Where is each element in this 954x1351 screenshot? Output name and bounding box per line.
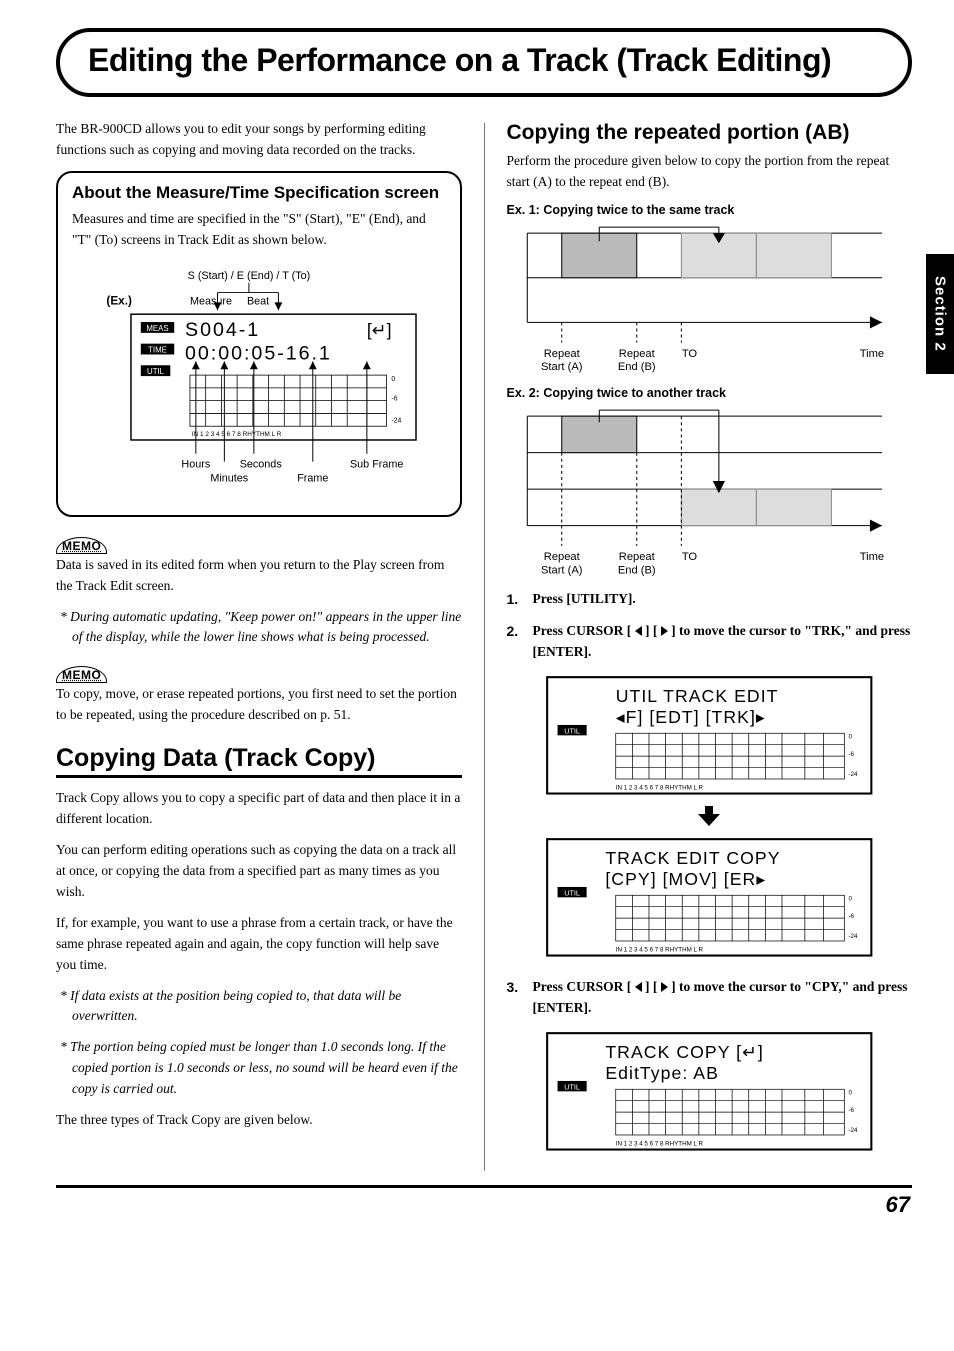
ex1-label: Ex. 1: Copying twice to the same track [507,203,913,217]
svg-text:0: 0 [848,1089,852,1096]
tc-note2: * The portion being copied must be longe… [56,1037,462,1100]
page-title-band: Editing the Performance on a Track (Trac… [56,28,912,97]
svg-text:-24: -24 [848,771,858,778]
svg-text:Hours: Hours [181,458,210,470]
ex2-diagram: Repeat Start (A) Repeat End (B) TO Time [507,404,913,576]
memo1-body: Data is saved in its edited form when yo… [56,555,462,597]
svg-text:UTIL: UTIL [147,367,165,376]
svg-text:Repeat: Repeat [543,551,580,563]
callout-box: About the Measure/Time Specification scr… [56,171,462,517]
svg-text:-24: -24 [391,417,401,424]
tc-p4: The three types of Track Copy are given … [56,1110,462,1131]
rule [56,775,462,778]
step-3: 3. Press CURSOR [ ] [ ] to move the curs… [507,977,913,1019]
measure-time-diagram: S (Start) / E (End) / T (To) (Ex.) Measu… [72,267,446,498]
svg-text:-6: -6 [848,1107,854,1114]
step-1: 1. Press [UTILITY]. [507,589,913,611]
tc-p3: If, for example, you want to use a phras… [56,913,462,976]
svg-text:Repeat: Repeat [618,551,655,563]
svg-text:S004-1: S004-1 [185,318,260,340]
svg-text:Beat: Beat [247,295,269,307]
cursor-right-icon [661,982,668,992]
cursor-right-icon [661,626,668,636]
svg-text:End (B): End (B) [617,564,655,576]
svg-text:0: 0 [848,896,852,903]
lcd-screen-2: UTIL TRACK EDIT COPY [CPY] [MOV] [ER▸ [543,835,876,960]
svg-text:Frame: Frame [297,472,328,484]
step-2: 2. Press CURSOR [ ] [ ] to move the curs… [507,621,913,663]
memo-badge-2: MEMO [56,666,107,683]
ab-p1: Perform the procedure given below to cop… [507,151,913,193]
ex2-label: Ex. 2: Copying twice to another track [507,386,913,400]
page-title: Editing the Performance on a Track (Trac… [88,42,880,79]
intro-text: The BR-900CD allows you to edit your son… [56,119,462,161]
svg-text:TO: TO [681,348,697,360]
down-arrow-icon [698,806,720,826]
svg-text:-6: -6 [391,395,397,402]
side-tab: Section 2 [926,254,954,374]
svg-text:00:00:05-16.1: 00:00:05-16.1 [185,342,332,364]
svg-text:IN 1 2 3 4 5 6 7 8 RH: IN 1 2 3 4 5 6 7 8 RHYTHM L R [616,1140,704,1147]
svg-text:End (B): End (B) [617,361,655,373]
svg-text:EditType: AB: EditType: AB [605,1063,719,1083]
svg-text:Repeat: Repeat [543,348,580,360]
svg-text:TRACK COPY [↵]: TRACK COPY [↵] [605,1042,764,1062]
memo2-body: To copy, move, or erase repeated portion… [56,684,462,726]
svg-text:UTIL: UTIL [564,889,580,898]
column-divider [484,123,485,1171]
svg-text:Start (A): Start (A) [541,361,583,373]
svg-text:IN 1 2 3 4 5 6 7 8 RHY: IN 1 2 3 4 5 6 7 8 RHYTHM L R [192,431,282,438]
svg-text:IN 1 2 3 4 5 6 7 8 RH: IN 1 2 3 4 5 6 7 8 RHYTHM L R [616,784,704,791]
svg-text:Time: Time [859,348,883,360]
svg-text:-24: -24 [848,1127,858,1134]
tc-note1: * If data exists at the position being c… [56,986,462,1028]
ex1-diagram: Repeat Start (A) Repeat End (B) TO Time [507,221,913,373]
svg-text:Measure: Measure [190,295,232,307]
memo1-note: * During automatic updating, "Keep power… [56,607,462,649]
svg-text:0: 0 [391,376,395,383]
svg-text:0: 0 [848,733,852,740]
svg-text:UTIL TRACK EDIT: UTIL TRACK EDIT [616,686,779,706]
svg-text:TO: TO [681,551,697,563]
svg-text:-24: -24 [848,933,858,940]
h3-ab: Copying the repeated portion (AB) [507,121,913,145]
svg-text:-6: -6 [848,914,854,921]
memo-badge-1: MEMO [56,537,107,554]
tc-p2: You can perform editing operations such … [56,840,462,903]
svg-text:[↵]: [↵] [367,319,392,339]
svg-text:Repeat: Repeat [618,348,655,360]
callout-body: Measures and time are specified in the "… [72,209,446,251]
svg-text:Start (A): Start (A) [541,564,583,576]
svg-text:MEAS: MEAS [146,324,168,333]
svg-text:IN 1 2 3 4 5 6 7 8 RH: IN 1 2 3 4 5 6 7 8 RHYTHM L R [616,947,704,954]
cursor-left-icon [635,982,642,992]
svg-text:TRACK EDIT COPY: TRACK EDIT COPY [605,849,780,869]
h2-track-copy: Copying Data (Track Copy) [56,744,462,773]
svg-text:Minutes: Minutes [210,472,248,484]
svg-text:UTIL: UTIL [564,726,580,735]
svg-text:◂F] [EDT] [TRK]▸: ◂F] [EDT] [TRK]▸ [616,707,766,727]
svg-text:(Ex.): (Ex.) [106,294,132,307]
svg-text:Sub Frame: Sub Frame [350,458,403,470]
svg-text:Time: Time [859,551,883,563]
svg-text:S (Start) / E (End) / T (To): S (Start) / E (End) / T (To) [188,269,311,281]
svg-text:UTIL: UTIL [564,1082,580,1091]
callout-title: About the Measure/Time Specification scr… [72,183,446,203]
svg-text:TIME: TIME [148,345,167,354]
page-number: 67 [56,1185,912,1218]
svg-text:Seconds: Seconds [240,458,283,470]
tc-p1: Track Copy allows you to copy a specific… [56,788,462,830]
svg-text:[CPY] [MOV] [ER▸: [CPY] [MOV] [ER▸ [605,869,766,889]
lcd-screen-3: UTIL TRACK COPY [↵] EditType: AB [543,1029,876,1154]
cursor-left-icon [635,626,642,636]
lcd-screen-1: UTIL UTIL TRACK EDIT ◂F] [EDT] [TRK]▸ [543,673,876,798]
svg-text:-6: -6 [848,751,854,758]
